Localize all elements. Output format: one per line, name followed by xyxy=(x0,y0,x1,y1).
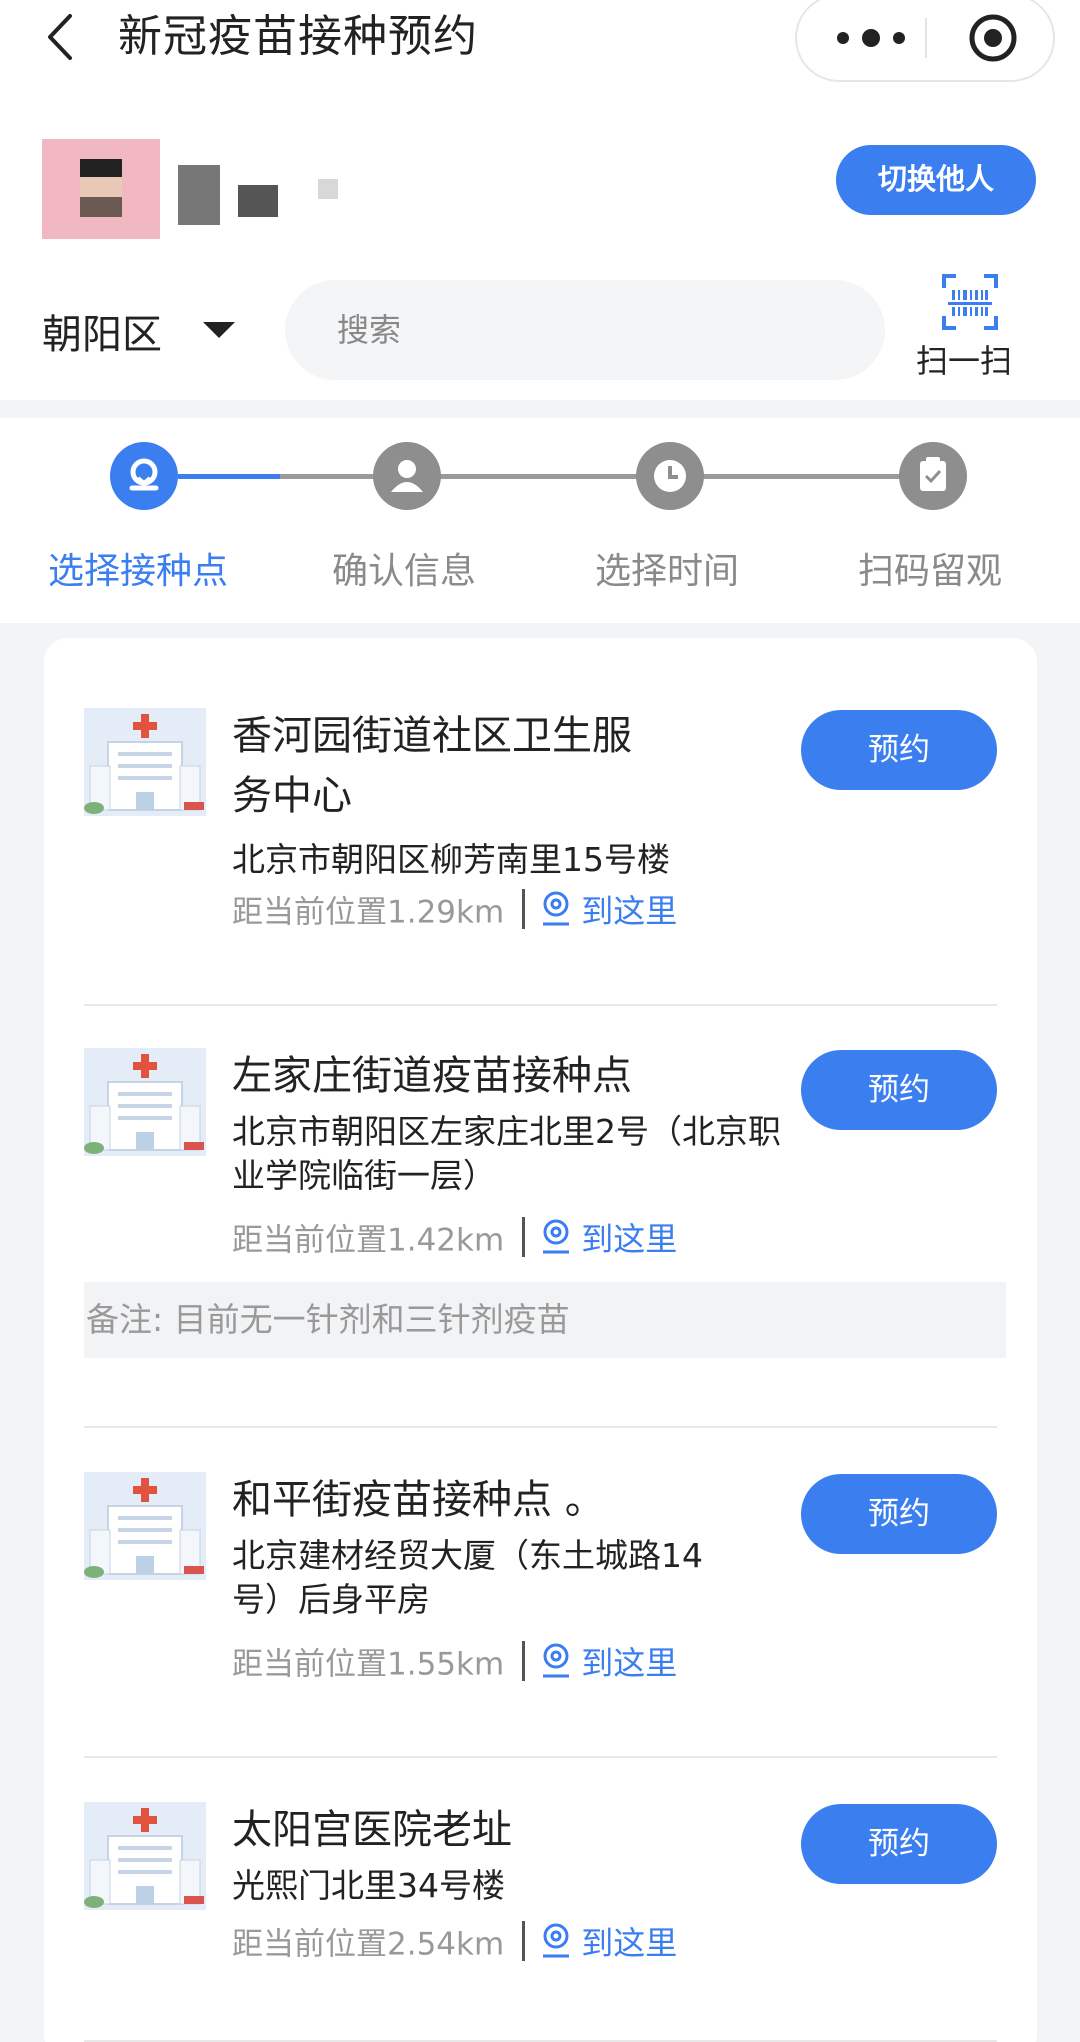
site-name[interactable]: 太阳宫医院老址 xyxy=(232,1800,652,1860)
navigate-link[interactable]: 到这里 xyxy=(581,1924,677,1962)
more-button[interactable] xyxy=(833,26,909,50)
site-address: 北京建材经贸大厦（东土城路14号）后身平房 xyxy=(232,1536,703,1619)
page-title: 新冠疫苗接种预约 xyxy=(118,11,478,62)
step-3-marker xyxy=(636,442,704,510)
site-distance: 距当前位置1.55km xyxy=(232,1646,505,1683)
meta-divider xyxy=(522,1641,526,1681)
site-name[interactable]: 和平街疫苗接种点 。 xyxy=(232,1470,652,1530)
user-row: 切换他人 xyxy=(0,125,1080,239)
avatar xyxy=(42,139,160,239)
site-meta: 距当前位置1.42km 到这里 xyxy=(232,1214,677,1259)
blurred-name-part xyxy=(238,185,278,217)
hospital-icon xyxy=(84,1048,206,1156)
site-distance: 距当前位置1.29km xyxy=(232,894,505,931)
list-divider xyxy=(84,1756,997,1758)
search-input[interactable] xyxy=(337,280,857,380)
hospital-icon xyxy=(84,1472,206,1580)
step-4-marker xyxy=(899,442,967,510)
site-distance: 距当前位置1.42km xyxy=(232,1222,505,1259)
step-1-label: 选择接种点 xyxy=(48,551,229,592)
scan-button[interactable]: 扫一扫 xyxy=(912,274,1022,384)
clipboard-check-icon xyxy=(920,457,946,491)
navigate-link[interactable]: 到这里 xyxy=(581,1220,677,1258)
site-distance: 距当前位置2.54km xyxy=(232,1926,505,1963)
step-connector xyxy=(178,474,280,479)
blurred-name xyxy=(178,165,220,225)
miniapp-capsule xyxy=(795,0,1055,82)
more-dots-icon xyxy=(837,29,905,47)
site-meta: 距当前位置1.29km 到这里 xyxy=(232,886,677,931)
clock-icon xyxy=(654,460,686,492)
scan-label: 扫一扫 xyxy=(916,342,1013,380)
blurred-name-part xyxy=(318,179,338,199)
map-pin-icon xyxy=(543,891,570,926)
navigate-link[interactable]: 到这里 xyxy=(581,1644,677,1682)
hospital-icon xyxy=(84,1802,206,1910)
site-meta: 距当前位置2.54km 到这里 xyxy=(232,1918,677,1963)
navigate-link[interactable]: 到这里 xyxy=(581,892,677,930)
site-list: 香河园街道社区卫生服务中心 北京市朝阳区柳芳南里15号楼 距当前位置1.29km… xyxy=(44,638,1037,2042)
list-divider xyxy=(84,1426,997,1428)
nav-bar: 新冠疫苗接种预约 xyxy=(0,0,1080,82)
meta-divider xyxy=(522,1217,526,1257)
site-meta: 距当前位置1.55km 到这里 xyxy=(232,1638,677,1683)
step-connector xyxy=(280,474,382,479)
site-address: 光熙门北里34号楼 xyxy=(232,1866,505,1905)
location-pin-icon xyxy=(129,458,159,491)
step-2-marker xyxy=(373,442,441,510)
user-icon xyxy=(391,460,423,492)
step-2-label: 确认信息 xyxy=(332,551,477,592)
capsule-divider xyxy=(925,18,927,58)
search-bar[interactable] xyxy=(285,280,885,380)
step-3-label: 选择时间 xyxy=(595,551,740,592)
book-button[interactable]: 预约 xyxy=(801,710,997,790)
site-address: 北京市朝阳区柳芳南里15号楼 xyxy=(232,840,670,879)
step-connector xyxy=(440,474,645,479)
barcode-scan-icon xyxy=(942,274,998,330)
step-4-label: 扫码留观 xyxy=(858,551,1003,592)
step-connector xyxy=(703,474,908,479)
filter-row: 朝阳区 扫一扫 xyxy=(0,270,1080,380)
meta-divider xyxy=(522,889,526,929)
progress-steps: 选择接种点 确认信息 选择时间 扫码留观 xyxy=(0,418,1080,623)
site-note: 备注: 目前无一针剂和三针剂疫苗 xyxy=(84,1282,1006,1358)
map-pin-icon xyxy=(543,1219,570,1254)
map-pin-icon xyxy=(543,1923,570,1958)
step-1-marker xyxy=(110,442,178,510)
chevron-left-icon xyxy=(48,14,72,60)
close-miniapp-button[interactable] xyxy=(967,12,1019,64)
book-button[interactable]: 预约 xyxy=(801,1474,997,1554)
book-button[interactable]: 预约 xyxy=(801,1050,997,1130)
target-icon xyxy=(969,14,1017,62)
hospital-icon xyxy=(84,708,206,816)
list-divider xyxy=(84,1004,997,1006)
book-button[interactable]: 预约 xyxy=(801,1804,997,1884)
back-button[interactable] xyxy=(40,12,80,62)
site-name[interactable]: 左家庄街道疫苗接种点 xyxy=(232,1046,792,1106)
site-address: 北京市朝阳区左家庄北里2号（北京职业学院临街一层） xyxy=(232,1112,781,1195)
district-selector[interactable]: 朝阳区 xyxy=(42,302,162,360)
switch-person-button[interactable]: 切换他人 xyxy=(836,145,1036,215)
site-name[interactable]: 香河园街道社区卫生服务中心 xyxy=(232,706,652,826)
caret-down-icon[interactable] xyxy=(203,322,235,338)
map-pin-icon xyxy=(543,1643,570,1678)
meta-divider xyxy=(522,1921,526,1961)
